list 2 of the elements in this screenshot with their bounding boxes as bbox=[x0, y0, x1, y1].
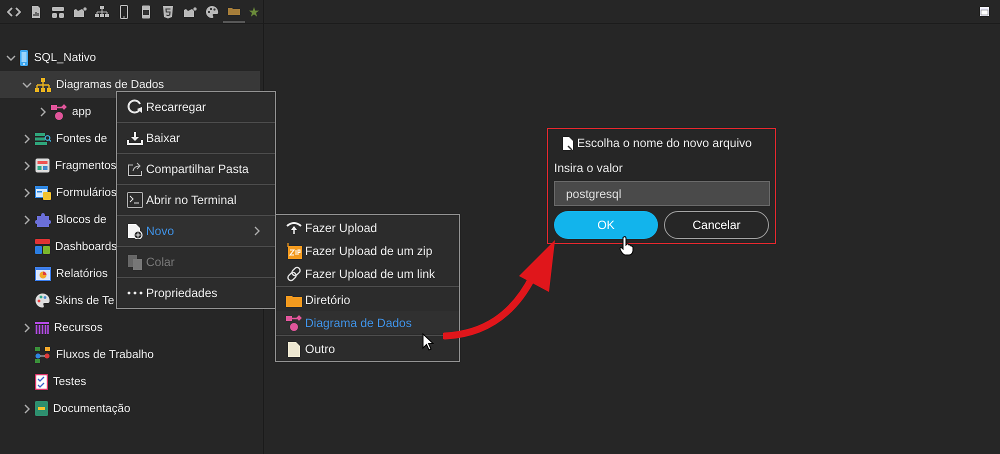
dialog-title: Escolha o nome do novo arquivo bbox=[577, 136, 752, 150]
field-label: Insira o valor bbox=[554, 161, 624, 175]
